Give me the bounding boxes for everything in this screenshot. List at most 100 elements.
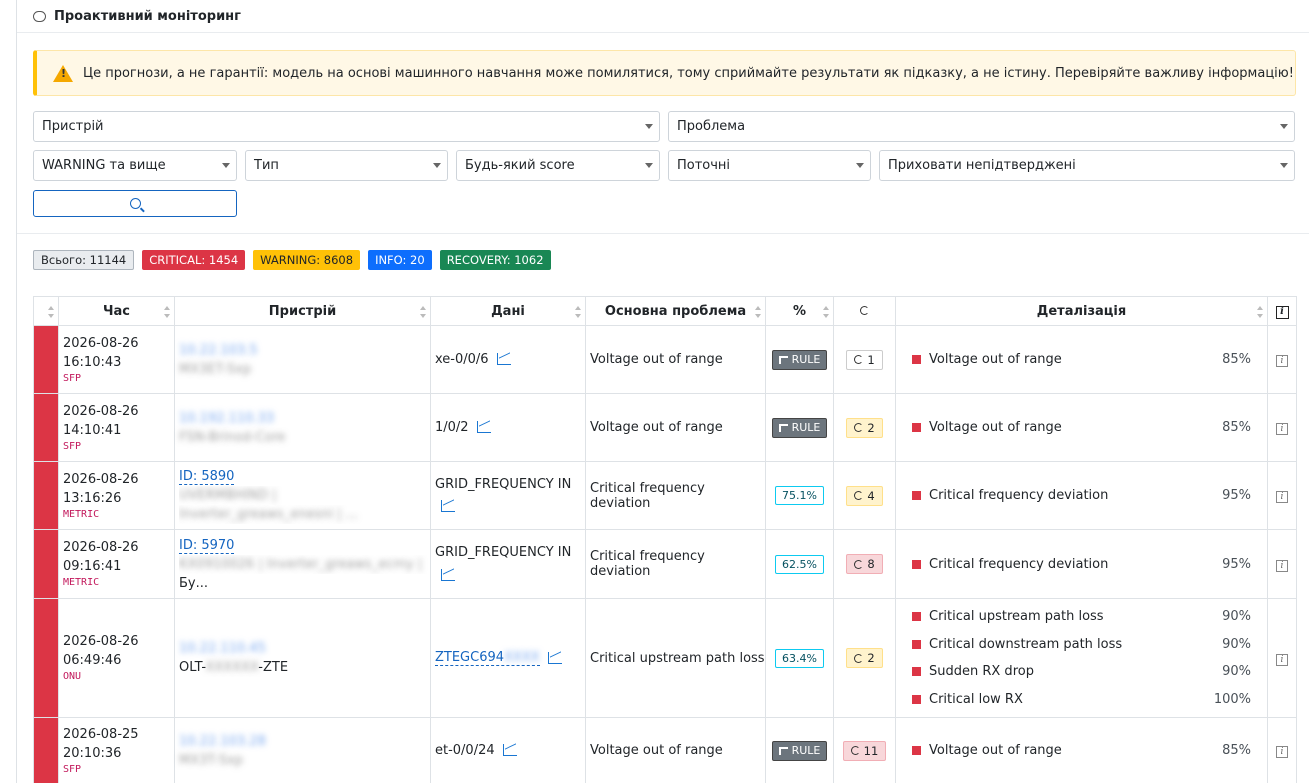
data-value: GRID_FREQUENCY IN: [435, 545, 572, 560]
info-icon[interactable]: i: [1276, 653, 1288, 666]
type-select[interactable]: Тип: [245, 150, 448, 181]
info-icon[interactable]: i: [1276, 559, 1288, 572]
score-select[interactable]: Будь-який score: [456, 150, 660, 181]
repeat-count-badge[interactable]: 4: [846, 485, 883, 506]
device-name: OLT-XXXXXX-ZTE: [179, 660, 289, 675]
col-count[interactable]: [833, 296, 896, 326]
info-cell[interactable]: i: [1267, 598, 1297, 718]
severity-indicator: [33, 529, 59, 599]
chevron-down-icon: [856, 163, 864, 168]
device-select[interactable]: Пристрій: [33, 111, 660, 142]
detail-cell: Voltage out of range 85%: [895, 325, 1268, 394]
time-cell: 2026-08-26 16:10:43 SFP: [58, 325, 175, 394]
repeat-count-badge[interactable]: 1: [846, 349, 883, 370]
table-row[interactable]: 2026-08-26 06:49:46 ONU 10.22.110.45 OLT-X…: [33, 598, 1297, 718]
data-link[interactable]: ZTEGC694XXXX: [435, 650, 540, 666]
device-ip-link[interactable]: 10.22.103.28: [179, 732, 430, 751]
table-row[interactable]: 2026-08-26 09:16:41 METRIC ID: 5970 KX0910…: [33, 529, 1297, 599]
info-icon[interactable]: i: [1276, 355, 1288, 367]
sort-icon: [164, 306, 170, 318]
count-cell: 11: [833, 717, 896, 783]
rule-icon: [778, 355, 788, 364]
period-select-value: Поточні: [677, 158, 731, 173]
chart-icon[interactable]: [502, 744, 517, 756]
chevron-down-icon: [433, 163, 441, 168]
alerts-table: Час Пристрій Дані Основна проблема % Дет…: [33, 296, 1297, 783]
table-row[interactable]: 2026-08-26 13:16:26 METRIC ID: 5890 UVERMB…: [33, 461, 1297, 530]
badge-recovery[interactable]: RECOVERY: 1062: [439, 250, 551, 270]
repeat-count-badge[interactable]: 2: [846, 648, 883, 668]
sort-icon: [823, 306, 829, 318]
info-icon[interactable]: i: [1276, 491, 1288, 503]
detail-item: Critical frequency deviation 95%: [912, 482, 1251, 510]
source-tag: METRIC: [63, 508, 100, 520]
info-icon[interactable]: i: [1276, 423, 1288, 435]
info-cell[interactable]: i: [1267, 325, 1297, 394]
info-cell[interactable]: i: [1267, 717, 1297, 783]
repeat-count-badge[interactable]: 11: [842, 740, 887, 761]
chart-icon[interactable]: [496, 353, 511, 365]
col-device[interactable]: Пристрій: [174, 296, 431, 326]
table-row[interactable]: 2026-08-25 20:10:36 SFP 10.22.103.28 MX3T-…: [33, 717, 1297, 783]
chart-icon[interactable]: [547, 651, 562, 664]
col-data[interactable]: Дані: [430, 296, 586, 326]
severity-indicator: [33, 717, 59, 783]
detail-cell: Critical upstream path loss 90% Critical d…: [895, 598, 1268, 718]
chart-icon[interactable]: [441, 500, 455, 512]
info-cell[interactable]: i: [1267, 461, 1297, 530]
score-badge: 63.4%: [775, 648, 824, 668]
detail-cell: Voltage out of range 85%: [895, 717, 1268, 783]
search-button[interactable]: [33, 190, 237, 217]
problem-select-value: Проблема: [677, 119, 746, 134]
period-select[interactable]: Поточні: [668, 150, 871, 181]
problem-select[interactable]: Проблема: [668, 111, 1295, 142]
badge-info[interactable]: INFO: 20: [368, 250, 432, 270]
device-ip-link[interactable]: 10.192.110.33: [179, 409, 430, 428]
col-problem[interactable]: Основна проблема: [585, 296, 766, 326]
info-cell[interactable]: i: [1267, 529, 1297, 599]
device-cell: 10.22.110.45 OLT-XXXXXX-ZTE: [174, 598, 431, 718]
chevron-down-icon: [1280, 124, 1288, 129]
col-detail[interactable]: Деталізація: [895, 296, 1268, 326]
alert-text: Це прогнози, а не гарантії: модель на ос…: [83, 65, 1294, 81]
severity-select[interactable]: WARNING та вище: [33, 150, 237, 181]
device-ip-link[interactable]: 10.22.110.45: [179, 639, 430, 658]
pct-cell: 63.4%: [765, 598, 834, 718]
device-cell: ID: 5890 UVERMBHIND | Inverter_greaws_en…: [174, 461, 431, 530]
detail-item: Sudden RX drop 90%: [912, 658, 1251, 686]
refresh-icon: [854, 491, 864, 500]
problem-cell: Voltage out of range: [585, 717, 766, 783]
chart-icon[interactable]: [476, 421, 491, 433]
device-id-link[interactable]: ID: 5890: [179, 469, 235, 485]
count-cell: 2: [833, 393, 896, 462]
device-cell: 10.192.110.33 FSN-Brinod-Core: [174, 393, 431, 462]
repeat-count-badge[interactable]: 8: [846, 554, 883, 574]
table-row[interactable]: 2026-08-26 14:10:41 SFP 10.192.110.33 FSN-…: [33, 393, 1297, 462]
col-pct[interactable]: %: [765, 296, 834, 326]
device-select-value: Пристрій: [42, 119, 104, 134]
confirm-select[interactable]: Приховати непідтверджені: [879, 150, 1295, 181]
score-badge: 62.5%: [775, 554, 824, 574]
table-row[interactable]: 2026-08-26 16:10:43 SFP 10.22.103.5 MX3ET-…: [33, 325, 1297, 394]
confirm-select-value: Приховати непідтверджені: [888, 158, 1076, 173]
badge-warning[interactable]: WARNING: 8608: [253, 250, 361, 270]
repeat-count-badge[interactable]: 2: [846, 417, 883, 438]
badge-critical[interactable]: CRITICAL: 1454: [142, 250, 246, 270]
sort-icon: [1257, 306, 1263, 318]
device-desc: Inverter_greaws_enesni | ...: [179, 507, 359, 522]
info-icon[interactable]: i: [1276, 746, 1288, 758]
device-id-link[interactable]: ID: 5970: [179, 537, 235, 554]
rule-icon: [778, 423, 788, 432]
source-tag: SFP: [63, 440, 82, 452]
device-ip-link[interactable]: 10.22.103.5: [179, 341, 430, 360]
critical-square-icon: [912, 694, 921, 704]
col-time[interactable]: Час: [58, 296, 175, 326]
badge-total[interactable]: Всього: 11144: [33, 250, 135, 270]
chart-icon[interactable]: [441, 568, 455, 581]
col-severity[interactable]: [33, 296, 59, 326]
data-value: 1/0/2: [435, 419, 469, 435]
problem-cell: Voltage out of range: [585, 393, 766, 462]
info-cell[interactable]: i: [1267, 393, 1297, 462]
col-info[interactable]: i: [1267, 296, 1297, 326]
page-header: Проактивний моніторинг: [17, 0, 1309, 33]
